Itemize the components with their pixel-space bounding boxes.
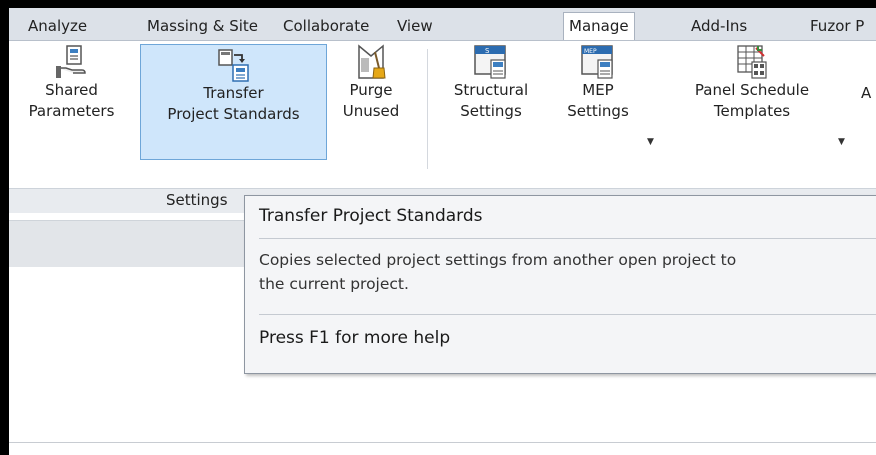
svg-text:MEP: MEP <box>584 48 597 55</box>
panel-schedule-templates-button[interactable]: Panel Schedule Templates <box>669 44 835 156</box>
transfer-label-1: Transfer <box>203 84 264 102</box>
revit-window: Analyze Massing & Site Collaborate View … <box>9 8 876 455</box>
tooltip-description: Copies selected project settings from an… <box>259 248 876 296</box>
tab-collaborate[interactable]: Collaborate <box>283 14 369 40</box>
shared-parameters-icon <box>54 44 90 80</box>
shared-parameters-label-2: Parameters <box>28 102 115 120</box>
panel-schedule-dropdown-arrow-icon[interactable]: ▼ <box>838 137 845 147</box>
shared-parameters-button[interactable]: Shared Parameters <box>14 44 129 156</box>
tooltip-help: Press F1 for more help <box>259 328 451 348</box>
tab-manage[interactable]: Manage <box>563 12 635 40</box>
tooltip-divider <box>259 238 876 239</box>
purge-label-2: Unused <box>342 102 400 120</box>
settings-panel-caption: Settings <box>166 191 228 209</box>
tab-analyze[interactable]: Analyze <box>28 14 87 40</box>
structural-settings-icon: S <box>473 44 509 80</box>
bottom-divider <box>9 442 876 443</box>
tab-fuzor[interactable]: Fuzor P <box>810 14 864 40</box>
structural-settings-button[interactable]: S Structural Settings <box>441 44 541 156</box>
mep-settings-button[interactable]: MEP MEP Settings <box>555 44 641 156</box>
tooltip-description-line-2: the current project. <box>259 275 409 293</box>
mep-dropdown-arrow-icon[interactable]: ▼ <box>647 137 654 147</box>
transfer-label-2: Project Standards <box>167 105 300 123</box>
purge-unused-button[interactable]: Purge Unused <box>329 44 413 156</box>
panel-schedule-label-2: Templates <box>713 102 791 120</box>
tab-massing-site[interactable]: Massing & Site <box>147 14 258 40</box>
transfer-project-standards-icon <box>216 47 252 83</box>
ribbon-separator <box>427 49 428 169</box>
purge-unused-icon <box>353 44 389 80</box>
shared-parameters-label-1: Shared <box>45 81 98 99</box>
mep-settings-icon: MEP <box>580 44 616 80</box>
tooltip-divider-2 <box>259 314 876 315</box>
mep-label-1: MEP <box>582 81 614 99</box>
svg-text:S: S <box>485 47 490 55</box>
structural-label-2: Settings <box>460 102 522 120</box>
purge-label-1: Purge <box>349 81 393 99</box>
panel-schedule-templates-icon <box>734 44 770 80</box>
mep-label-2: Settings <box>567 102 629 120</box>
tooltip: Transfer Project Standards Copies select… <box>244 195 876 374</box>
structural-label-1: Structural <box>453 81 529 99</box>
tooltip-title: Transfer Project Standards <box>259 206 483 226</box>
next-ribbon-label: A <box>861 84 872 102</box>
manage-ribbon: Shared Parameters Transfer Project Stand… <box>9 41 876 213</box>
panel-schedule-label-1: Panel Schedule <box>694 81 810 99</box>
tooltip-description-line-1: Copies selected project settings from an… <box>259 251 737 269</box>
ribbon-tab-bar: Analyze Massing & Site Collaborate View … <box>9 8 876 41</box>
next-ribbon-button[interactable]: A <box>861 83 876 195</box>
transfer-project-standards-button[interactable]: Transfer Project Standards <box>140 44 327 160</box>
tab-add-ins[interactable]: Add-Ins <box>691 14 747 40</box>
tab-view[interactable]: View <box>397 14 433 40</box>
